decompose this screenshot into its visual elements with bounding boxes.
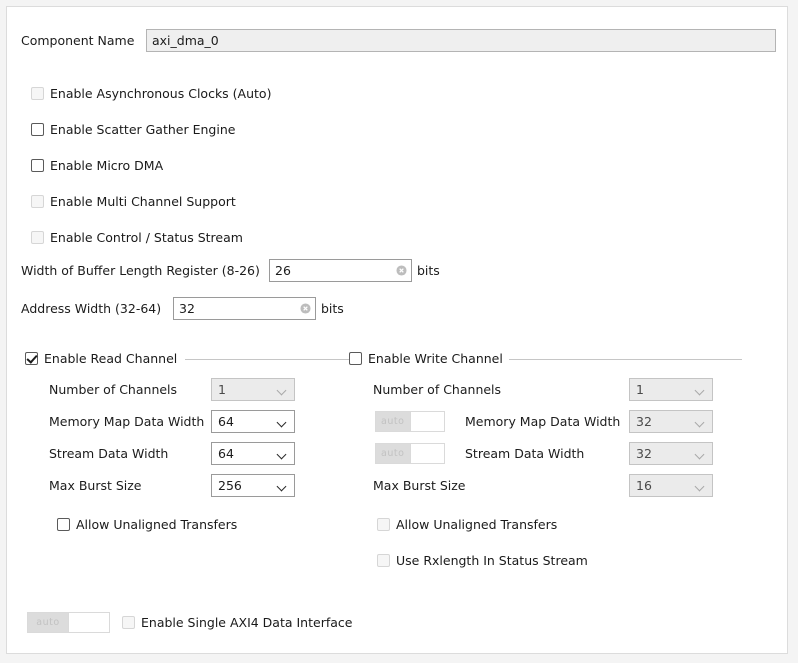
stream-data-width-dropdown: 32: [629, 442, 713, 465]
component-name-label: Component Name: [21, 33, 135, 48]
address-width-unit: bits: [321, 301, 344, 316]
auto-toggle-value: [409, 412, 444, 431]
buffer-length-register-input[interactable]: [270, 260, 411, 281]
buffer-length-register-unit: bits: [417, 263, 440, 278]
component-name-row: Component Name: [21, 29, 777, 53]
chevron-down-icon: [696, 387, 704, 392]
configuration-panel: Component Name Enable Asynchronous Clock…: [6, 6, 788, 654]
control-status-stream-checkbox: [31, 231, 44, 244]
clear-circle-icon[interactable]: [396, 265, 407, 276]
use-rxlength-in-status-stream-label: Use Rxlength In Status Stream: [396, 553, 588, 568]
single-axi4-auto-toggle[interactable]: auto: [27, 612, 110, 633]
allow-unaligned-transfers-checkbox[interactable]: [57, 518, 70, 531]
scatter-gather-label: Enable Scatter Gather Engine: [50, 122, 236, 137]
stream-data-width-label: Stream Data Width: [465, 446, 585, 461]
async-clocks-label: Enable Asynchronous Clocks (Auto): [50, 86, 272, 101]
number-of-channels-dropdown: 1: [629, 378, 713, 401]
stream-data-width-auto-toggle[interactable]: auto: [375, 443, 445, 464]
clear-circle-icon[interactable]: [300, 303, 311, 314]
multi-channel-checkbox: [31, 195, 44, 208]
auto-toggle-value: [409, 444, 444, 463]
memory-map-data-width-value: 32: [636, 414, 652, 429]
memory-map-data-width-value: 64: [218, 414, 234, 429]
enable-single-axi4-label: Enable Single AXI4 Data Interface: [141, 615, 353, 630]
write-channel-rule: [509, 359, 742, 360]
use-rxlength-in-status-stream-checkbox: [377, 554, 390, 567]
scatter-gather-checkbox[interactable]: [31, 123, 44, 136]
allow-unaligned-transfers-label: Allow Unaligned Transfers: [76, 517, 238, 532]
enable-read-channel-label: Enable Read Channel: [44, 351, 178, 366]
address-width-input[interactable]: [174, 298, 315, 319]
number-of-channels-label: Number of Channels: [49, 382, 178, 397]
max-burst-size-value: 256: [218, 478, 242, 493]
address-width-input-wrapper: [173, 297, 316, 320]
chevron-down-icon: [696, 451, 704, 456]
memory-map-data-width-label: Memory Map Data Width: [465, 414, 621, 429]
allow-unaligned-transfers-checkbox: [377, 518, 390, 531]
enable-read-channel-checkbox[interactable]: [25, 352, 38, 365]
enable-write-channel-label: Enable Write Channel: [368, 351, 503, 366]
control-status-stream-label: Enable Control / Status Stream: [50, 230, 243, 245]
number-of-channels-label: Number of Channels: [373, 382, 502, 397]
buffer-length-register-label: Width of Buffer Length Register (8-26): [21, 263, 260, 278]
stream-data-width-label: Stream Data Width: [49, 446, 169, 461]
chevron-down-icon: [696, 419, 704, 424]
chevron-down-icon: [278, 451, 286, 456]
chevron-down-icon: [278, 387, 286, 392]
read-channel-rule: [185, 359, 357, 360]
auto-toggle-label: auto: [376, 444, 410, 463]
allow-unaligned-transfers-label: Allow Unaligned Transfers: [396, 517, 558, 532]
memory-map-data-width-label: Memory Map Data Width: [49, 414, 205, 429]
auto-toggle-label: auto: [376, 412, 410, 431]
ip-configuration-dialog: Component Name Enable Asynchronous Clock…: [0, 0, 798, 663]
chevron-down-icon: [278, 419, 286, 424]
stream-data-width-value: 64: [218, 446, 234, 461]
async-clocks-checkbox: [31, 87, 44, 100]
enable-single-axi4-checkbox: [122, 616, 135, 629]
stream-data-width-value: 32: [636, 446, 652, 461]
footer-row: auto Enable Single AXI4 Data Interface: [27, 611, 427, 635]
buffer-length-register-input-wrapper: [269, 259, 412, 282]
max-burst-size-label: Max Burst Size: [49, 478, 142, 493]
micro-dma-checkbox[interactable]: [31, 159, 44, 172]
enable-write-channel-checkbox[interactable]: [349, 352, 362, 365]
number-of-channels-value: 1: [218, 382, 226, 397]
auto-toggle-label: auto: [28, 613, 68, 632]
max-burst-size-value: 16: [636, 478, 652, 493]
component-name-input[interactable]: [146, 29, 776, 52]
max-burst-size-label: Max Burst Size: [373, 478, 466, 493]
max-burst-size-dropdown: 16: [629, 474, 713, 497]
chevron-down-icon: [696, 483, 704, 488]
stream-data-width-dropdown[interactable]: 64: [211, 442, 295, 465]
chevron-down-icon: [278, 483, 286, 488]
micro-dma-label: Enable Micro DMA: [50, 158, 164, 173]
memory-map-data-width-auto-toggle[interactable]: auto: [375, 411, 445, 432]
number-of-channels-value: 1: [636, 382, 644, 397]
memory-map-data-width-dropdown[interactable]: 64: [211, 410, 295, 433]
address-width-label: Address Width (32-64): [21, 301, 162, 316]
number-of-channels-dropdown: 1: [211, 378, 295, 401]
auto-toggle-value: [68, 613, 109, 632]
max-burst-size-dropdown[interactable]: 256: [211, 474, 295, 497]
memory-map-data-width-dropdown: 32: [629, 410, 713, 433]
multi-channel-label: Enable Multi Channel Support: [50, 194, 236, 209]
